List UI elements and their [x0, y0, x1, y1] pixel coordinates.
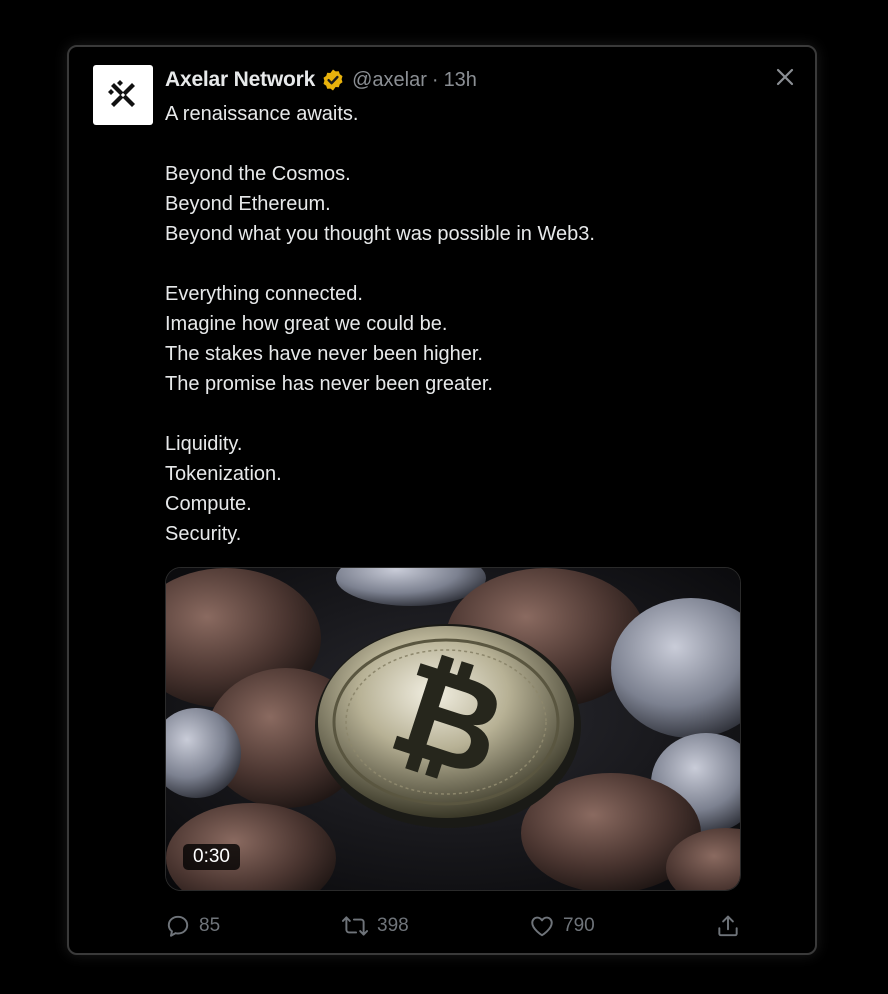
tweet-line: The stakes have never been higher.: [165, 343, 483, 365]
tweet-line: The promise has never been greater.: [165, 373, 493, 395]
coins-video-thumbnail: ₿: [166, 568, 740, 890]
heart-icon: [531, 916, 553, 937]
author-handle[interactable]: @axelar: [352, 69, 427, 92]
separator-dot: ·: [431, 68, 439, 91]
tweet-line: Liquidity.: [165, 433, 243, 455]
like-button[interactable]: 790: [529, 911, 595, 941]
share-icon: [718, 915, 738, 937]
author-name[interactable]: Axelar Network: [165, 68, 315, 92]
tweet-line: Imagine how great we could be.: [165, 313, 448, 335]
retweet-count: 398: [377, 915, 409, 936]
tweet-header: Axelar Network @axelar · 13h: [165, 67, 477, 93]
reply-count: 85: [199, 915, 221, 936]
tweet-line: Beyond what you thought was possible in …: [165, 223, 595, 245]
reply-icon: [167, 915, 189, 937]
tweet-line: Security.: [165, 523, 242, 545]
retweet-button[interactable]: 398: [341, 911, 409, 941]
tweet-line: Compute.: [165, 493, 252, 515]
verified-badge-icon: [321, 68, 345, 92]
close-icon[interactable]: [773, 65, 797, 89]
tweet-actions: 85 398 790: [165, 911, 741, 941]
tweet-line: Beyond the Cosmos.: [165, 163, 351, 185]
tweet-line: A renaissance awaits.: [165, 103, 359, 125]
share-button[interactable]: [715, 911, 749, 941]
video-player[interactable]: ₿ 0:30: [165, 567, 741, 891]
tweet-line: Tokenization.: [165, 463, 282, 485]
timestamp[interactable]: 13h: [444, 69, 477, 92]
axelar-logo-icon: [108, 80, 135, 107]
video-duration: 0:30: [183, 844, 240, 870]
tweet-text: A renaissance awaits. Beyond the Cosmos.…: [165, 99, 765, 549]
like-count: 790: [563, 915, 595, 936]
tweet-line: Everything connected.: [165, 283, 363, 305]
tweet-line: Beyond Ethereum.: [165, 193, 331, 215]
avatar[interactable]: [93, 65, 153, 125]
tweet-card: Axelar Network @axelar · 13h A renaissan…: [67, 45, 817, 955]
retweet-icon: [341, 916, 369, 936]
reply-button[interactable]: 85: [165, 911, 220, 941]
